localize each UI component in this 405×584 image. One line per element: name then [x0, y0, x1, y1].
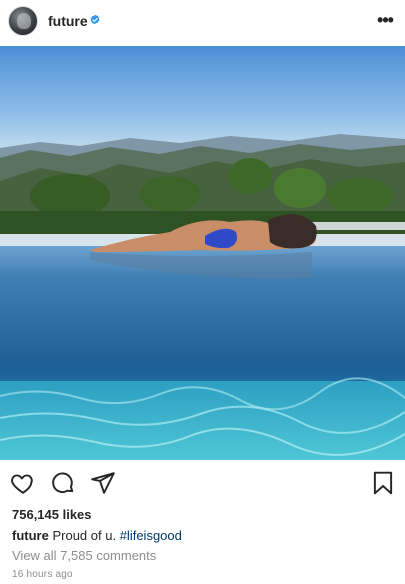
comment-bubble-icon[interactable] — [50, 470, 76, 496]
post-caption: future Proud of u. #lifeisgood — [12, 528, 182, 543]
post-username[interactable]: future — [48, 13, 88, 29]
post-image[interactable] — [0, 46, 405, 460]
profile-avatar[interactable] — [8, 6, 38, 36]
post-actions — [0, 470, 405, 498]
post-timestamp: 16 hours ago — [12, 569, 73, 580]
bookmark-icon[interactable] — [370, 470, 396, 496]
post-photo — [0, 46, 405, 460]
caption-text: Proud of u. — [52, 528, 117, 543]
post-header: future ••• — [0, 0, 405, 46]
more-options-icon[interactable]: ••• — [375, 10, 395, 30]
heart-icon[interactable] — [10, 470, 36, 496]
view-comments-link[interactable]: View all 7,585 comments — [12, 548, 156, 563]
like-count[interactable]: 756,145 likes — [12, 507, 92, 522]
paper-plane-icon[interactable] — [90, 470, 116, 496]
caption-hashtag[interactable]: #lifeisgood — [120, 528, 182, 543]
caption-username[interactable]: future — [12, 528, 49, 543]
verified-badge-icon — [90, 14, 100, 25]
